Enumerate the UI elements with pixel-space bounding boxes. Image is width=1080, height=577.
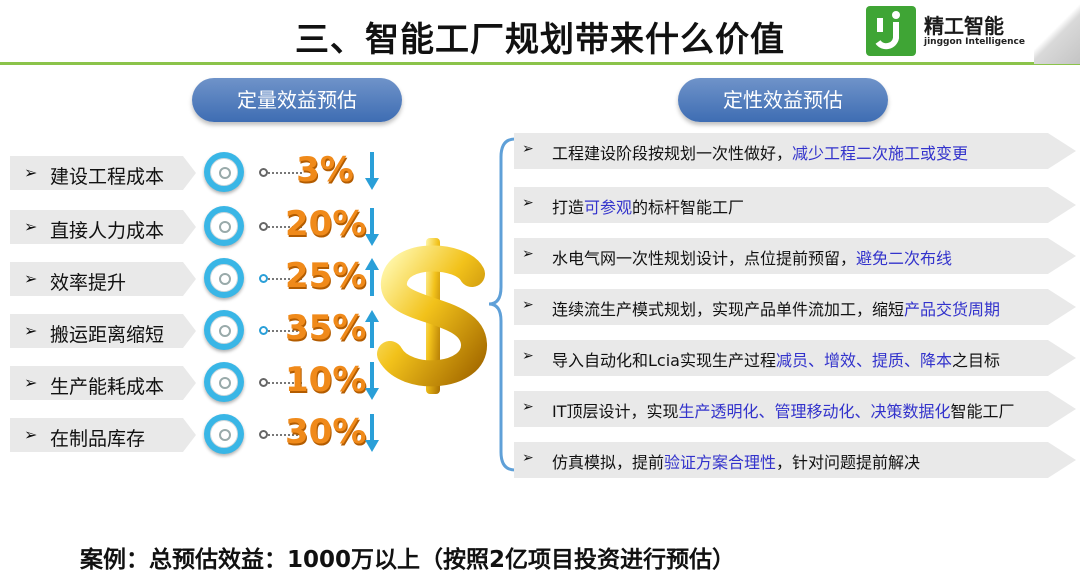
quant-row-percent: 20% (285, 204, 367, 244)
qualitative-item: ➢ IT顶层设计，实现生产透明化、管理移动化、决策数据化智能工厂 (514, 391, 1076, 427)
connector-dot (259, 378, 268, 387)
connector-dot (259, 274, 268, 283)
case-summary: 案例：总预估效益：1000万以上（按照2亿项目投资进行预估） (80, 547, 736, 573)
connector-dot (259, 168, 268, 177)
qualitative-item: ➢ 工程建设阶段按规划一次性做好，减少工程二次施工或变更 (514, 133, 1076, 169)
qualitative-item: ➢ 仿真模拟，提前验证方案合理性，针对问题提前解决 (514, 442, 1076, 478)
qualitative-item: ➢ 打造可参观的标杆智能工厂 (514, 187, 1076, 223)
connector-dot (259, 430, 268, 439)
gauge-icon (204, 206, 244, 246)
gauge-icon (204, 258, 244, 298)
quantitative-heading: 定量效益预估 (192, 78, 402, 122)
gauge-icon (204, 362, 244, 402)
quant-row-percent: 35% (285, 308, 367, 348)
quant-row-percent: 3% (296, 150, 354, 190)
gauge-icon (204, 414, 244, 454)
title-underline (0, 62, 1080, 65)
quant-row-label: 直接人力成本 (50, 220, 165, 242)
quant-row-label: 生产能耗成本 (50, 376, 165, 398)
logo-icon (866, 6, 916, 56)
qualitative-item: ➢ 连续流生产模式规划，实现产品单件流加工，缩短产品交货周期 (514, 289, 1076, 325)
quant-row-percent: 10% (285, 360, 367, 400)
gauge-icon (204, 310, 244, 350)
dollar-icon (377, 238, 487, 394)
quant-row-label: 效率提升 (50, 272, 127, 294)
qualitative-heading: 定性效益预估 (678, 78, 888, 122)
quant-row-label: 搬运距离缩短 (50, 324, 165, 346)
quant-row-label: 在制品库存 (50, 428, 146, 450)
arrow-down-icon (365, 152, 379, 190)
logo-name: 精工智能 (924, 14, 1004, 38)
quant-row-percent: 30% (285, 412, 367, 452)
page-curl-decoration (1034, 0, 1080, 64)
gauge-icon (204, 152, 244, 192)
qualitative-item: ➢ 水电气网一次性规划设计，点位提前预留，避免二次布线 (514, 238, 1076, 274)
arrow-down-icon (365, 414, 379, 452)
connector-dot (259, 222, 268, 231)
logo: 精工智能 jinggon Intelligence (866, 4, 1036, 58)
brace-icon (488, 137, 516, 472)
qualitative-item: ➢ 导入自动化和Lcia实现生产过程减员、增效、提质、降本之目标 (514, 340, 1076, 376)
connector-dot (259, 326, 268, 335)
quant-row-percent: 25% (285, 256, 367, 296)
logo-english: jinggon Intelligence (924, 37, 1025, 47)
quant-row-label: 建设工程成本 (50, 166, 165, 188)
